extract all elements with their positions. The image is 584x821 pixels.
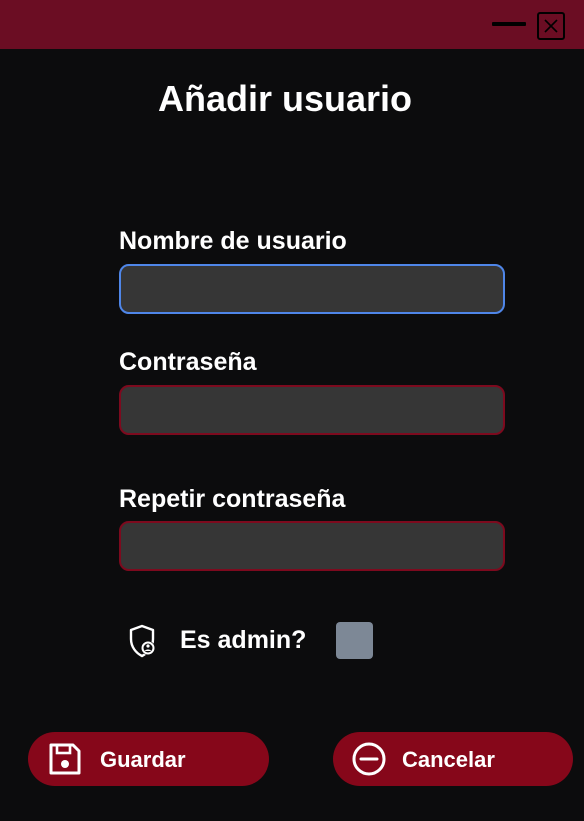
admin-checkbox[interactable]	[336, 622, 373, 659]
title-bar	[0, 0, 584, 49]
save-button-label: Guardar	[100, 747, 186, 772]
username-label: Nombre de usuario	[119, 227, 347, 255]
cancel-button[interactable]: Cancelar	[333, 732, 573, 786]
close-button[interactable]	[537, 12, 565, 40]
password-input[interactable]	[119, 385, 505, 435]
close-icon	[537, 12, 565, 40]
save-button[interactable]: Guardar	[28, 732, 269, 786]
password-label: Contraseña	[119, 348, 257, 376]
username-input[interactable]	[119, 264, 505, 314]
cancel-button-label: Cancelar	[402, 747, 495, 772]
minimize-icon	[492, 22, 526, 26]
minus-circle-icon	[352, 742, 386, 776]
admin-label: Es admin?	[180, 626, 307, 654]
add-user-window: Añadir usuario Nombre de usuario Contras…	[0, 0, 584, 821]
save-icon	[49, 743, 81, 775]
repeat-password-input[interactable]	[119, 521, 505, 571]
repeat-password-label: Repetir contraseña	[119, 485, 346, 513]
page-title: Añadir usuario	[157, 78, 413, 119]
minimize-button[interactable]	[490, 12, 528, 36]
admin-shield-icon	[129, 624, 155, 658]
